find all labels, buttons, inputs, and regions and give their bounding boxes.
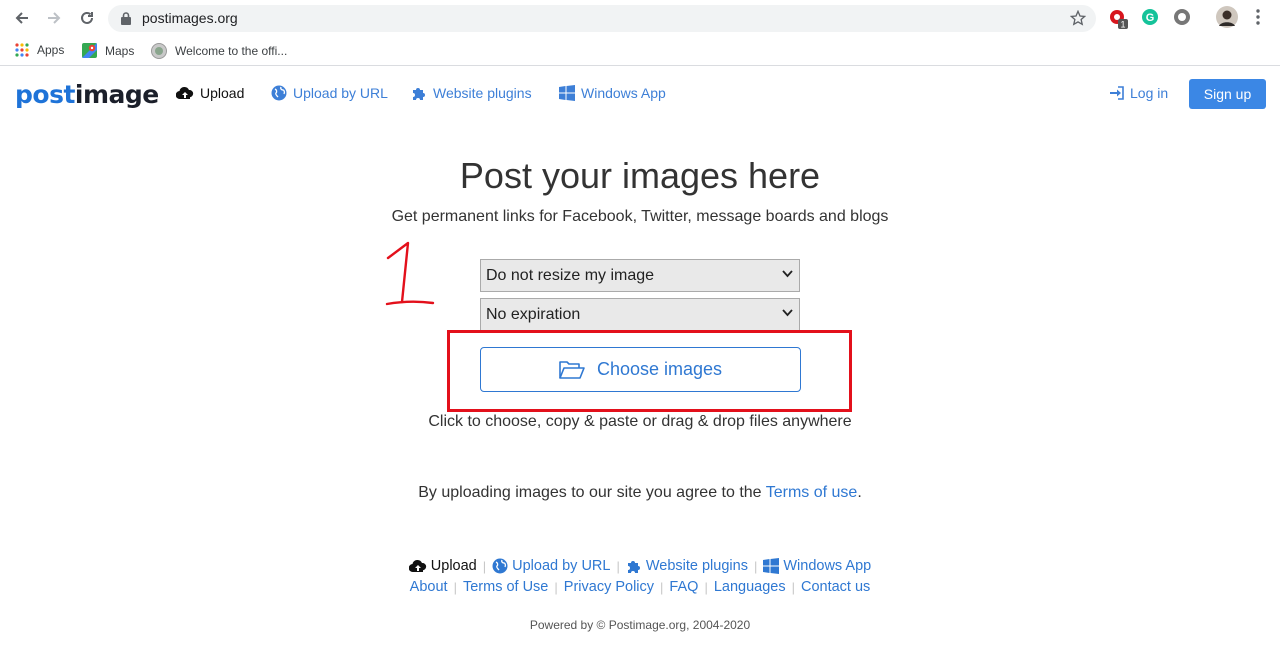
maps-icon bbox=[82, 43, 97, 58]
terms-suffix: . bbox=[857, 484, 862, 501]
nav-website-plugins-label: Website plugins bbox=[433, 85, 532, 101]
forward-button[interactable] bbox=[44, 8, 64, 28]
separator: | bbox=[753, 558, 758, 574]
nav-upload-label: Upload bbox=[200, 85, 245, 101]
page-subtitle: Get permanent links for Facebook, Twitte… bbox=[391, 208, 889, 225]
footer-privacy-link[interactable]: Privacy Policy bbox=[564, 579, 654, 595]
grammarly-icon[interactable]: G bbox=[1141, 8, 1161, 28]
bookmark-apps[interactable]: Apps bbox=[15, 43, 64, 57]
browser-toolbar: postimages.org 1 G bbox=[0, 0, 1280, 36]
reload-icon bbox=[81, 11, 93, 24]
footer-languages-link[interactable]: Languages bbox=[714, 579, 786, 595]
chevron-down-icon bbox=[782, 309, 793, 317]
globe-icon bbox=[271, 85, 287, 101]
separator: | bbox=[791, 579, 795, 595]
footer-faq-link[interactable]: FAQ bbox=[669, 579, 698, 595]
browser-menu-icon[interactable] bbox=[1250, 8, 1270, 28]
separator: | bbox=[482, 558, 487, 574]
terms-of-use-link[interactable]: Terms of use bbox=[766, 484, 858, 501]
globe-icon bbox=[492, 558, 508, 574]
resize-select-value: Do not resize my image bbox=[486, 267, 655, 284]
profile-avatar[interactable] bbox=[1216, 6, 1238, 28]
separator: | bbox=[616, 558, 620, 574]
choose-images-button[interactable]: Choose images bbox=[480, 347, 801, 392]
windows-icon bbox=[559, 85, 575, 101]
address-bar[interactable]: postimages.org bbox=[108, 5, 1096, 32]
bookmarks-bar: Apps Maps Welcome to the offi... bbox=[0, 36, 1280, 66]
footer-windows-app[interactable]: Windows App bbox=[763, 558, 871, 574]
footer-upload[interactable]: Upload bbox=[408, 558, 477, 574]
login-link[interactable]: Log in bbox=[1110, 85, 1168, 101]
separator: | bbox=[704, 579, 708, 595]
expiration-select-value: No expiration bbox=[486, 306, 581, 323]
separator: | bbox=[660, 579, 664, 595]
footer-upload-by-url[interactable]: Upload by URL bbox=[492, 558, 610, 574]
nav-windows-app-label: Windows App bbox=[581, 85, 666, 101]
nav-upload[interactable]: Upload bbox=[176, 85, 244, 101]
bookmark-label: Maps bbox=[105, 43, 135, 58]
nav-website-plugins[interactable]: Website plugins bbox=[411, 85, 532, 101]
footer-contact-link[interactable]: Contact us bbox=[801, 579, 870, 595]
choose-images-label: Choose images bbox=[596, 359, 723, 379]
footer-links: About | Terms of Use | Privacy Policy | … bbox=[0, 579, 1280, 595]
terms-notice: By uploading images to our site you agre… bbox=[0, 484, 1280, 502]
nav-windows-app[interactable]: Windows App bbox=[559, 85, 666, 101]
footer-windows-app-label: Windows App bbox=[783, 558, 872, 574]
site-header: postimage Upload Upload by URL Website p… bbox=[0, 67, 1280, 123]
cloud-upload-icon bbox=[176, 86, 194, 100]
terms-prefix: By uploading images to our site you agre… bbox=[418, 484, 766, 501]
bookmark-star-icon[interactable] bbox=[1070, 10, 1086, 26]
footer-terms-link[interactable]: Terms of Use bbox=[463, 579, 548, 595]
folder-open-icon bbox=[559, 360, 585, 379]
apps-grid-icon bbox=[15, 43, 29, 57]
svg-text:G: G bbox=[1146, 12, 1155, 24]
footer-website-plugins[interactable]: Website plugins bbox=[626, 558, 748, 574]
nav-upload-by-url[interactable]: Upload by URL bbox=[271, 85, 388, 101]
separator: | bbox=[453, 579, 457, 595]
login-label: Log in bbox=[1130, 85, 1169, 101]
resize-select[interactable]: Do not resize my image bbox=[480, 259, 800, 292]
footer-nav: Upload | Upload by URL | Website plugins… bbox=[0, 558, 1280, 574]
bookmark-welcome[interactable]: Welcome to the offi... bbox=[151, 43, 287, 59]
page-title: Post your images here bbox=[459, 155, 821, 196]
bookmark-label: Apps bbox=[37, 43, 65, 57]
handwritten-number-annotation bbox=[385, 241, 435, 306]
upload-hint: Click to choose, copy & paste or drag & … bbox=[428, 413, 852, 430]
nav-upload-by-url-label: Upload by URL bbox=[293, 85, 388, 101]
back-button[interactable] bbox=[12, 8, 32, 28]
logo-post-text: post bbox=[15, 80, 75, 109]
lock-icon bbox=[121, 12, 131, 25]
url-text: postimages.org bbox=[142, 10, 238, 26]
bookmark-label: Welcome to the offi... bbox=[175, 44, 288, 58]
footer-about-link[interactable]: About bbox=[410, 579, 448, 595]
logo-image-text: image bbox=[74, 80, 159, 109]
copyright-text: Powered by © Postimage.org, 2004-2020 bbox=[529, 618, 751, 632]
reload-button[interactable] bbox=[77, 8, 97, 28]
extension-gray-icon[interactable] bbox=[1173, 8, 1193, 28]
footer-upload-label: Upload bbox=[430, 558, 477, 574]
footer-upload-by-url-label: Upload by URL bbox=[512, 558, 611, 574]
expiration-select[interactable]: No expiration bbox=[480, 298, 800, 331]
bookmark-maps[interactable]: Maps bbox=[82, 43, 134, 58]
globe-icon bbox=[151, 43, 167, 59]
puzzle-icon bbox=[413, 88, 425, 100]
forward-arrow-icon bbox=[48, 12, 61, 24]
extension-badge: 1 bbox=[1120, 20, 1125, 30]
chevron-down-icon bbox=[782, 270, 793, 278]
sign-in-icon bbox=[1110, 86, 1124, 100]
postimage-logo[interactable]: postimage bbox=[15, 80, 159, 109]
puzzle-icon bbox=[627, 561, 640, 573]
windows-icon bbox=[763, 558, 780, 574]
separator: | bbox=[554, 579, 558, 595]
extension-red-icon[interactable]: 1 bbox=[1108, 8, 1128, 30]
back-arrow-icon bbox=[15, 12, 28, 24]
cloud-upload-icon bbox=[408, 559, 426, 573]
footer-website-plugins-label: Website plugins bbox=[645, 558, 748, 574]
signup-button[interactable]: Sign up bbox=[1189, 79, 1266, 109]
